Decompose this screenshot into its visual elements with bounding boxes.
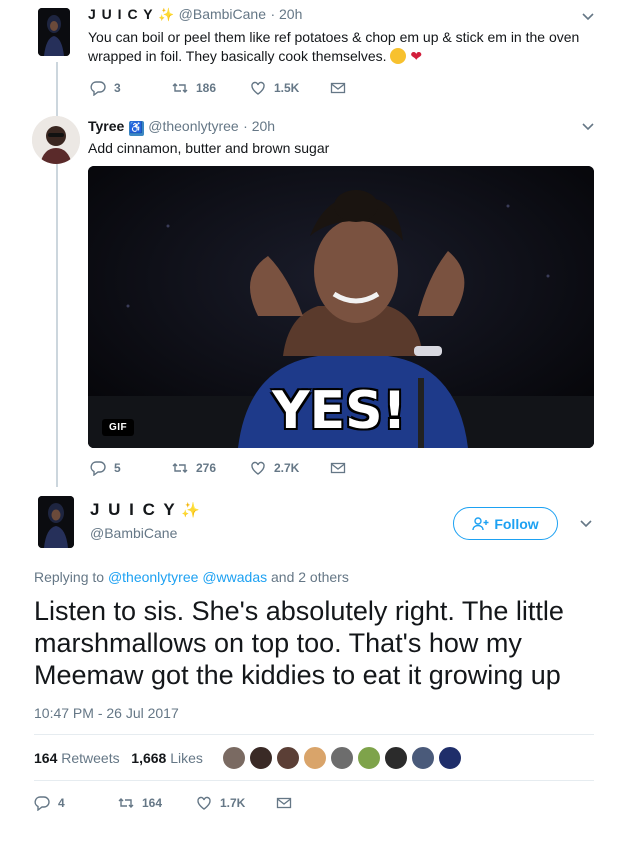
chevron-down-icon[interactable] bbox=[576, 514, 596, 534]
divider bbox=[34, 780, 594, 781]
like-button[interactable]: 2.7K bbox=[250, 458, 299, 478]
envelope-icon bbox=[276, 797, 292, 809]
like-count: 2.7K bbox=[274, 461, 300, 475]
heart-emoji-icon: ❤ bbox=[410, 48, 423, 64]
like-button[interactable]: 1.7K bbox=[196, 793, 245, 813]
avatar-image bbox=[38, 8, 70, 56]
display-name[interactable]: Tyree bbox=[88, 118, 124, 134]
avatar-image bbox=[38, 496, 74, 548]
direct-message-button[interactable] bbox=[276, 793, 292, 813]
reply-icon bbox=[90, 81, 106, 96]
retweet-icon bbox=[172, 463, 188, 473]
reply-count: 4 bbox=[58, 796, 65, 810]
retweets-stat[interactable]: 164 Retweets bbox=[34, 750, 124, 766]
like-count: 1.5K bbox=[274, 81, 300, 95]
liker-avatar[interactable] bbox=[411, 746, 435, 770]
direct-message-button[interactable] bbox=[330, 458, 346, 478]
retweet-button[interactable]: 186 bbox=[172, 78, 216, 98]
handle[interactable]: @theonlytyree bbox=[148, 118, 238, 134]
follow-label: Follow bbox=[494, 515, 539, 532]
likes-stat[interactable]: 1,668 Likes bbox=[131, 750, 203, 766]
envelope-icon bbox=[330, 82, 346, 94]
reply-others[interactable]: and 2 others bbox=[271, 569, 349, 585]
tweet-text: You can boil or peel them like ref potat… bbox=[88, 29, 580, 64]
retweet-button[interactable]: 276 bbox=[172, 458, 216, 478]
reply-mention-1[interactable]: @theonlytyree bbox=[108, 569, 198, 585]
handle[interactable]: @BambiCane bbox=[90, 525, 177, 541]
wheelchair-emoji-icon: ♿ bbox=[128, 121, 144, 136]
gif-media[interactable]: YES! GIF bbox=[88, 166, 594, 448]
avatar-image bbox=[32, 116, 80, 164]
tweet-text: Add cinnamon, butter and brown sugar bbox=[88, 140, 330, 156]
display-name[interactable]: J U I C Y bbox=[88, 6, 154, 22]
avatar[interactable] bbox=[38, 8, 70, 56]
liker-avatar[interactable] bbox=[384, 746, 408, 770]
liker-avatar[interactable] bbox=[276, 746, 300, 770]
handle[interactable]: @BambiCane bbox=[179, 6, 266, 22]
reply-mention-2[interactable]: @wwadas bbox=[202, 569, 267, 585]
divider bbox=[34, 734, 594, 735]
heart-icon bbox=[197, 796, 211, 810]
reply-count: 3 bbox=[114, 81, 121, 95]
gif-badge: GIF bbox=[102, 419, 135, 436]
reply-button[interactable]: 5 bbox=[90, 458, 121, 478]
main-tweet-text: Listen to sis. She's absolutely right. T… bbox=[34, 596, 564, 690]
reply-button[interactable]: 4 bbox=[34, 793, 65, 813]
retweet-button[interactable]: 164 bbox=[118, 793, 162, 813]
heart-icon bbox=[251, 81, 265, 95]
reply-count: 5 bbox=[114, 461, 121, 475]
like-count: 1.7K bbox=[220, 796, 246, 810]
timestamp[interactable]: · 20h bbox=[270, 6, 302, 22]
heart-icon bbox=[251, 461, 265, 475]
liker-avatar[interactable] bbox=[222, 746, 246, 770]
retweet-count: 164 bbox=[142, 796, 163, 810]
avatar[interactable] bbox=[38, 496, 74, 548]
reply-icon bbox=[90, 461, 106, 476]
replying-prefix: Replying to bbox=[34, 569, 105, 585]
liker-avatar[interactable] bbox=[330, 746, 354, 770]
liker-avatar[interactable] bbox=[249, 746, 273, 770]
display-name[interactable]: J U I C Y bbox=[90, 500, 177, 519]
direct-message-button[interactable] bbox=[330, 78, 346, 98]
retweet-count: 186 bbox=[196, 81, 217, 95]
reply-icon bbox=[34, 796, 50, 811]
likes-count: 1,668 bbox=[131, 750, 167, 766]
retweet-icon bbox=[118, 798, 134, 808]
timestamp[interactable]: · 20h bbox=[243, 118, 275, 134]
avatar[interactable] bbox=[32, 116, 80, 164]
liker-avatar[interactable] bbox=[438, 746, 462, 770]
retweets-label: Retweets bbox=[61, 750, 120, 766]
add-user-icon bbox=[472, 516, 489, 530]
retweet-count: 276 bbox=[196, 461, 217, 475]
reply-button[interactable]: 3 bbox=[90, 78, 121, 98]
follow-button[interactable]: Follow bbox=[453, 507, 558, 540]
chevron-down-icon[interactable] bbox=[578, 117, 598, 137]
like-button[interactable]: 1.5K bbox=[250, 78, 299, 98]
liker-avatar[interactable] bbox=[357, 746, 381, 770]
star-emoji-icon: ✨ bbox=[181, 502, 200, 519]
chevron-down-icon[interactable] bbox=[578, 7, 598, 27]
crying-face-emoji-icon bbox=[390, 48, 407, 64]
replying-to: Replying to @theonlytyree @wwadas and 2 … bbox=[34, 569, 349, 585]
liker-avatar[interactable] bbox=[303, 746, 327, 770]
envelope-icon bbox=[330, 462, 346, 474]
star-emoji-icon: ✨ bbox=[158, 7, 175, 22]
retweet-icon bbox=[172, 83, 188, 93]
likes-label: Likes bbox=[170, 750, 203, 766]
timestamp[interactable]: 10:47 PM - 26 Jul 2017 bbox=[34, 705, 179, 721]
gif-caption: YES! bbox=[272, 381, 407, 441]
retweets-count: 164 bbox=[34, 750, 58, 766]
